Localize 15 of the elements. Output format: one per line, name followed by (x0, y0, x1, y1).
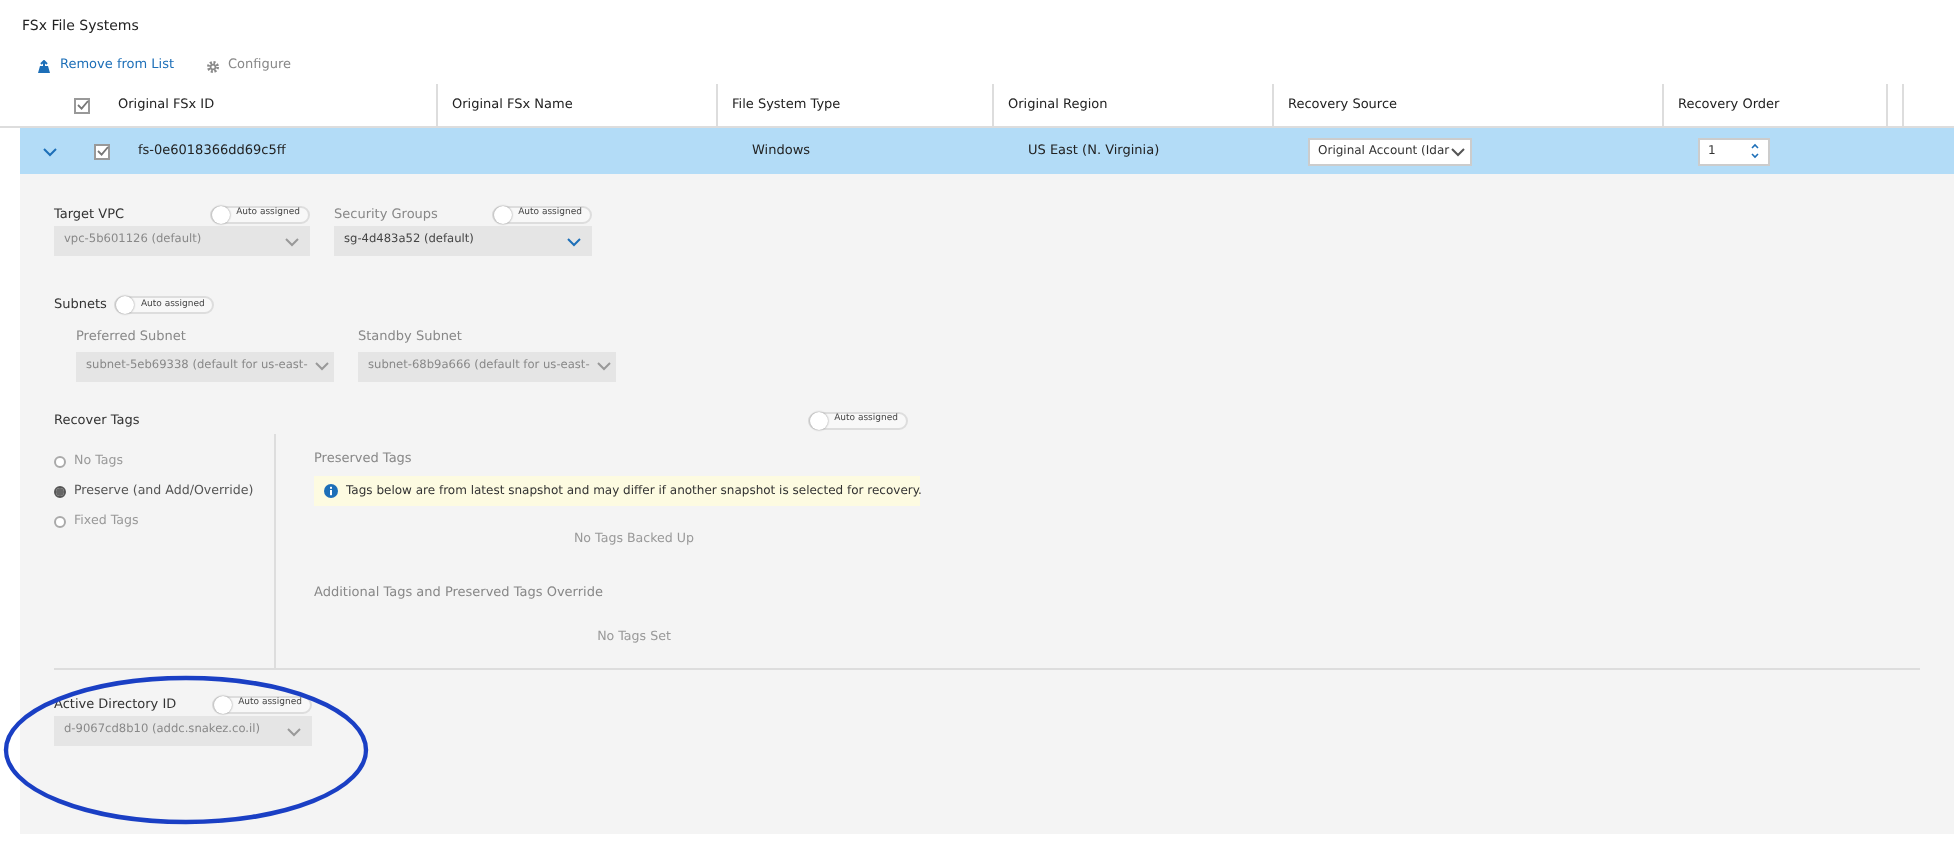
caret-icon (566, 235, 582, 247)
spinner-icon[interactable] (1750, 142, 1760, 160)
caret-icon (595, 360, 612, 372)
select-all-checkbox[interactable] (74, 97, 90, 113)
check-icon (75, 98, 89, 112)
expand-chevron-icon[interactable] (42, 145, 58, 157)
caret-icon (284, 235, 300, 247)
caret-icon (1449, 145, 1466, 157)
remove-icon (36, 59, 52, 73)
settings-icon (206, 59, 220, 73)
row-checkbox[interactable] (94, 143, 110, 159)
check-icon (95, 144, 109, 158)
caret-icon (313, 360, 330, 372)
caret-icon (286, 725, 302, 738)
info-icon (324, 484, 338, 498)
